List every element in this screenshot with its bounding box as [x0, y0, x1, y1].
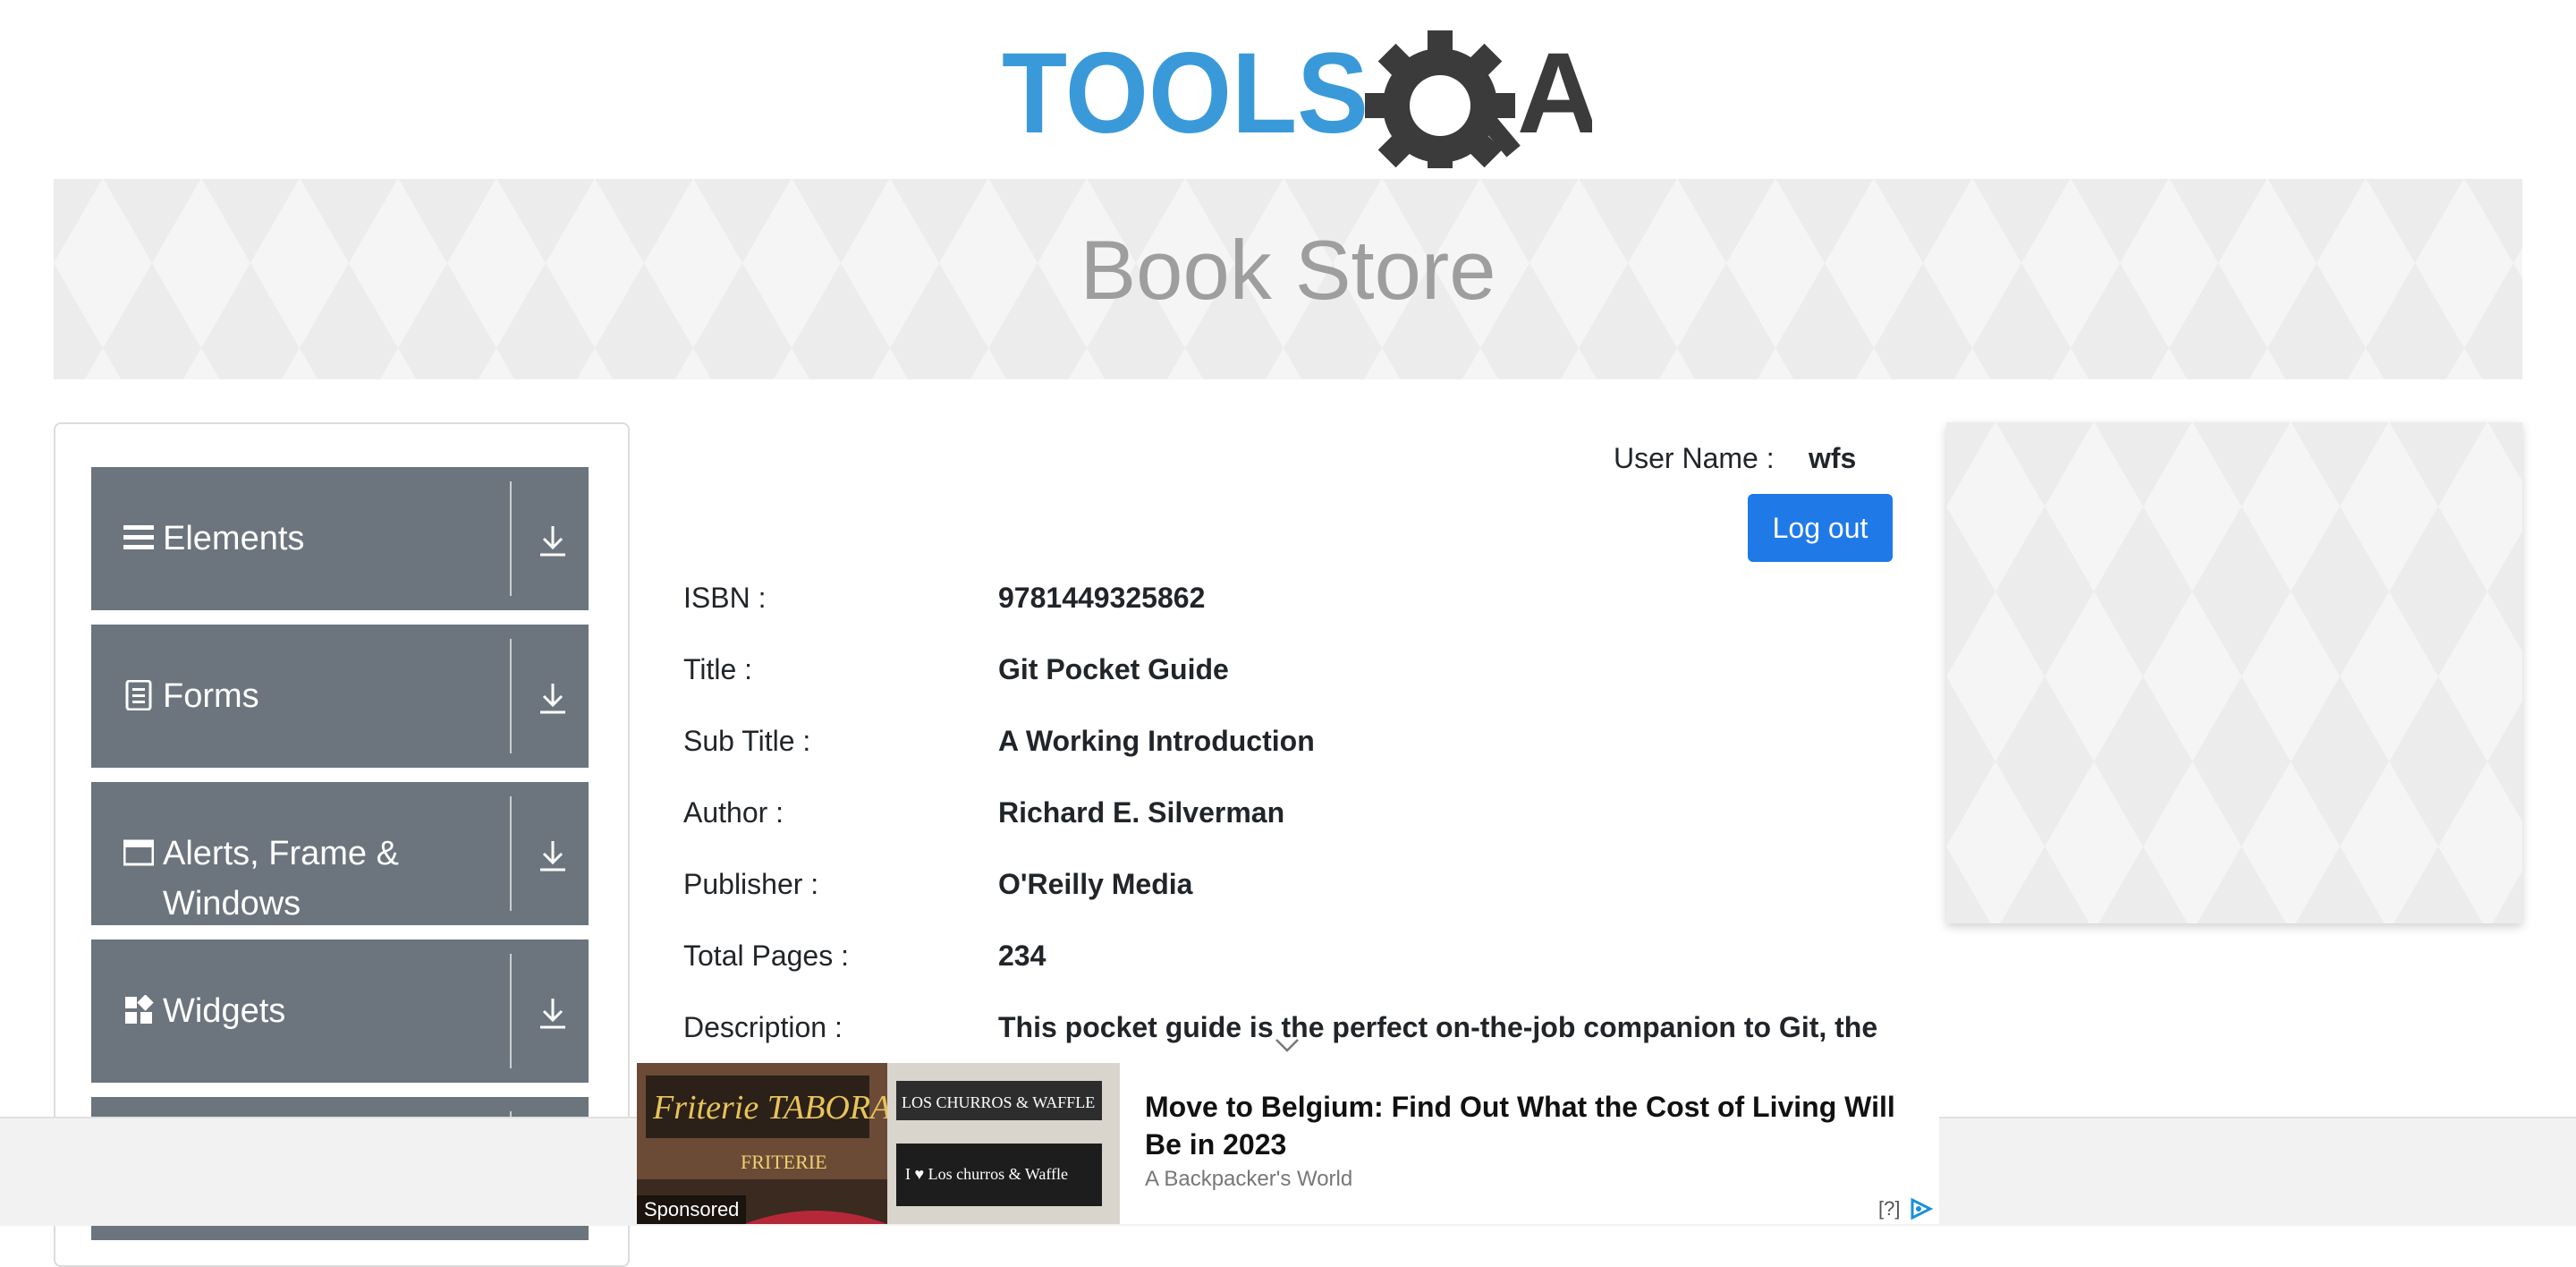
download-arrow-icon[interactable]: [537, 838, 569, 873]
sidebar-group-label: Alerts, Frame &: [163, 835, 399, 872]
side-ad-placeholder: [1946, 422, 2522, 923]
isbn-label: ISBN :: [683, 582, 767, 614]
logo-text-blue: TOOLS: [1002, 30, 1368, 157]
list-icon: [123, 525, 154, 549]
window-icon: [123, 839, 154, 866]
logout-button[interactable]: Log out: [1748, 494, 1893, 562]
document-icon: [125, 680, 152, 710]
user-name-value: wfs: [1809, 442, 1857, 474]
divider: [510, 481, 512, 596]
gear-magnifier-icon: [1365, 30, 1521, 168]
divider: [510, 954, 512, 1068]
total-pages-label: Total Pages :: [683, 940, 849, 972]
publisher-value: O'Reilly Media: [998, 868, 1193, 900]
chevron-down-icon[interactable]: [1274, 1036, 1301, 1054]
publisher-label: Publisher :: [683, 868, 819, 900]
sidebar-group-alerts[interactable]: Alerts, Frame & Windows: [91, 782, 589, 925]
title-label: Title :: [683, 653, 753, 685]
author-value: Richard E. Silverman: [998, 796, 1285, 829]
download-arrow-icon[interactable]: [537, 995, 569, 1031]
isbn-value: 9781449325862: [998, 582, 1206, 614]
ad-source[interactable]: A Backpacker's World: [1145, 1167, 1352, 1192]
download-arrow-icon[interactable]: [537, 680, 569, 716]
divider: [510, 639, 512, 753]
description-label: Description :: [683, 1011, 843, 1043]
adchoices-icon[interactable]: [1909, 1197, 1936, 1220]
ad-image-sign: I ♥ Los churros & Waffle: [905, 1165, 1068, 1183]
sidebar-group-label: Elements: [163, 520, 305, 557]
ad-image-sign: Friterie TABORA: [652, 1089, 892, 1127]
sponsored-label: Sponsored: [637, 1195, 747, 1224]
ad-help-link[interactable]: [?]: [1878, 1197, 1900, 1220]
author-label: Author :: [683, 796, 784, 829]
user-name-label: User Name :: [1614, 442, 1775, 474]
page-title: Book Store: [1080, 223, 1496, 317]
sidebar-group-label-line2: Windows: [163, 885, 301, 923]
sidebar-group-widgets[interactable]: Widgets: [91, 940, 589, 1083]
description-value: This pocket guide is the perfect on-the-…: [998, 1011, 1878, 1043]
subtitle-value: A Working Introduction: [998, 725, 1315, 757]
sidebar-group-forms[interactable]: Forms: [91, 625, 589, 768]
widgets-icon: [125, 995, 154, 1024]
ad-image-sign: FRITERIE: [741, 1151, 827, 1173]
title-value: Git Pocket Guide: [998, 653, 1229, 685]
logo-text-dark: A: [1517, 30, 1592, 157]
download-arrow-icon[interactable]: [537, 523, 569, 558]
page-banner: Book Store: [54, 179, 2522, 379]
sidebar-group-label: Widgets: [163, 992, 286, 1030]
sidebar-group-label: Forms: [163, 677, 259, 715]
sidebar-group-elements[interactable]: Elements: [91, 467, 589, 610]
ad-image-sign: LOS CHURROS & WAFFLE: [902, 1093, 1095, 1111]
ad-headline[interactable]: Move to Belgium: Find Out What the Cost …: [1145, 1088, 1914, 1163]
total-pages-value: 234: [998, 940, 1046, 972]
toolsqa-logo[interactable]: TOOLS A: [1002, 25, 1592, 168]
subtitle-label: Sub Title :: [683, 725, 811, 757]
divider: [510, 796, 512, 911]
